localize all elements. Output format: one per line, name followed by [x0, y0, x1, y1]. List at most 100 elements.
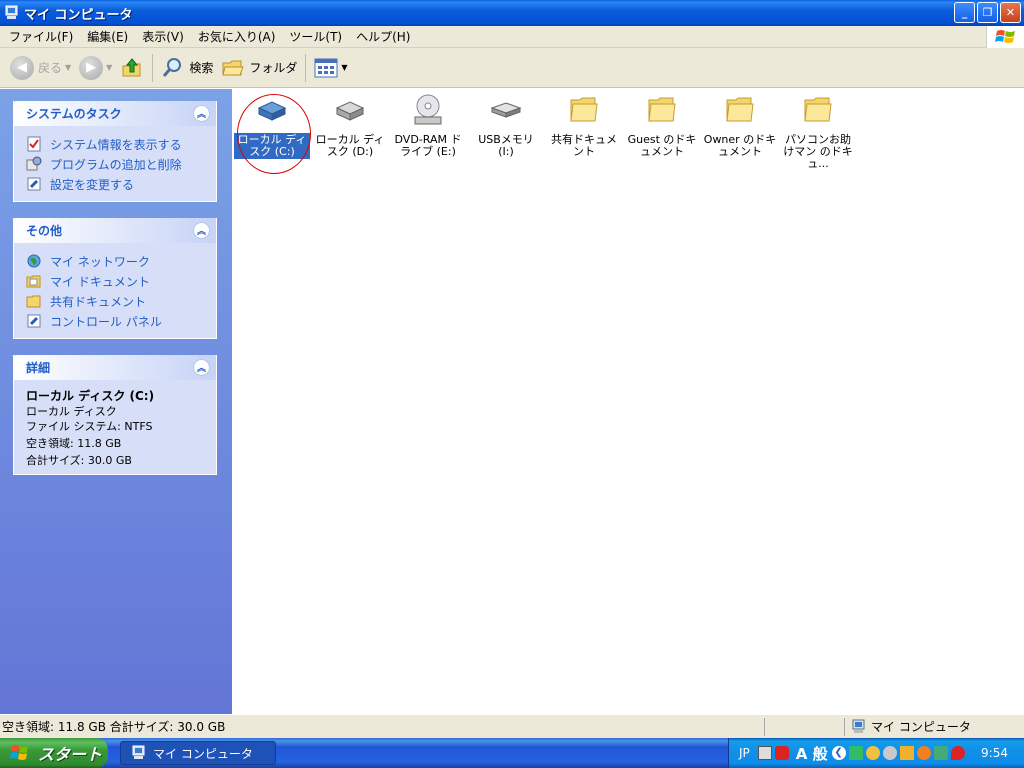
- hard-drive-c-icon: [257, 101, 287, 121]
- tray-app-icon[interactable]: [916, 746, 931, 760]
- menu-bar: ファイル(F) 編集(E) 表示(V) お気に入り(A) ツール(T) ヘルプ(…: [0, 26, 1024, 48]
- link-my-documents[interactable]: マイ ドキュメント: [26, 271, 208, 291]
- back-label: 戻る: [38, 61, 63, 75]
- forward-button[interactable]: ▶ ▼: [75, 52, 116, 84]
- details-header[interactable]: 詳細 ︽: [14, 355, 216, 380]
- forward-dropdown-icon[interactable]: ▼: [106, 63, 112, 72]
- control-panel-icon: [27, 314, 41, 328]
- search-label: 検索: [189, 61, 214, 75]
- item-label: 共有ドキュメント: [551, 133, 617, 158]
- task-view-system-info[interactable]: システム情報を表示する: [26, 134, 208, 154]
- up-arrow-icon: [122, 57, 141, 76]
- folders-button[interactable]: フォルダ: [217, 52, 301, 84]
- toolbar-separator: [152, 53, 154, 82]
- item-label: USBメモリ (I:): [478, 133, 534, 158]
- item-label: ローカル ディスク (D:): [315, 133, 385, 158]
- other-places-panel: その他 ︽ マイ ネットワーク マイ ドキュメント 共有ドキュメント コントロー…: [13, 218, 217, 339]
- task-label: 設定を変更する: [50, 177, 135, 192]
- network-globe-icon: [27, 254, 41, 268]
- folder-icon: [648, 97, 676, 122]
- views-button[interactable]: ▼: [310, 52, 351, 84]
- menu-edit[interactable]: 編集(E): [80, 27, 135, 47]
- start-button[interactable]: スタート: [0, 738, 108, 768]
- drive-i[interactable]: USBメモリ (I:): [468, 93, 544, 159]
- network-status-icon[interactable]: [848, 746, 863, 760]
- collapse-chevron-icon[interactable]: ︽: [193, 105, 210, 122]
- back-dropdown-icon[interactable]: ▼: [65, 63, 71, 72]
- folder-guest-documents[interactable]: Guest のドキュメント: [624, 93, 700, 159]
- other-places-title: その他: [26, 224, 63, 238]
- clock[interactable]: 9:54: [981, 746, 1008, 760]
- task-change-settings[interactable]: 設定を変更する: [26, 174, 208, 194]
- task-pane: システムのタスク ︽ システム情報を表示する プログラムの追加と削除 設定を変更…: [0, 89, 232, 714]
- tray-app-icon[interactable]: [933, 746, 948, 760]
- back-button[interactable]: ◀ 戻る ▼: [6, 52, 75, 84]
- link-my-network[interactable]: マイ ネットワーク: [26, 251, 208, 271]
- up-folder-button[interactable]: [116, 52, 148, 84]
- folders-icon: [222, 60, 245, 75]
- taskbar-item-label: マイ コンピュータ: [153, 746, 253, 761]
- keyboard-icon[interactable]: [757, 746, 772, 760]
- folder-icon: [726, 97, 754, 122]
- item-label: DVD-RAM ドライブ (E:): [394, 133, 462, 158]
- collapse-chevron-icon[interactable]: ︽: [193, 359, 210, 376]
- settings-icon: [27, 177, 41, 191]
- security-shield-icon[interactable]: [950, 746, 965, 760]
- documents-folder-icon: [26, 275, 41, 288]
- menu-view[interactable]: 表示(V): [135, 27, 191, 47]
- task-add-remove-programs[interactable]: プログラムの追加と削除: [26, 154, 208, 174]
- search-icon: [163, 57, 182, 77]
- menu-file[interactable]: ファイル(F): [2, 27, 80, 47]
- taskbar: スタート マイ コンピュータ JP A 般 ❮ 9:54: [0, 738, 1024, 768]
- system-tray: JP A 般 ❮ 9:54: [728, 738, 1024, 768]
- item-label: Owner のドキュメント: [703, 133, 777, 158]
- taskbar-item-my-computer[interactable]: マイ コンピュータ: [120, 741, 276, 765]
- detail-total-size: 合計サイズ: 30.0 GB: [26, 454, 132, 467]
- language-indicator[interactable]: JP: [739, 746, 750, 760]
- detail-free-space: 空き領域: 11.8 GB: [26, 437, 122, 450]
- views-icon: [314, 58, 338, 77]
- detail-name: ローカル ディスク (C:): [26, 389, 155, 403]
- folder-owner-documents[interactable]: Owner のドキュメント: [702, 93, 778, 159]
- menu-help[interactable]: ヘルプ(H): [349, 27, 417, 47]
- folder-shared-documents[interactable]: 共有ドキュメント: [546, 93, 622, 159]
- folder-icon: [26, 295, 41, 308]
- views-dropdown-icon[interactable]: ▼: [341, 63, 347, 72]
- messenger-icon[interactable]: [865, 746, 880, 760]
- dvd-drive-icon: [414, 94, 442, 125]
- drive-c[interactable]: ローカル ディスク (C:): [234, 93, 311, 174]
- item-label: Guest のドキュメント: [627, 133, 697, 158]
- usb-drive-icon: [490, 102, 522, 118]
- ime-mode[interactable]: A 般: [796, 743, 828, 764]
- tray-app-icon[interactable]: [882, 746, 897, 760]
- folder-icon: [804, 97, 832, 122]
- toolbar-separator: [305, 53, 307, 82]
- tray-app-icon[interactable]: [899, 746, 914, 760]
- my-computer-icon: [5, 5, 18, 19]
- drive-e[interactable]: DVD-RAM ドライブ (E:): [390, 93, 466, 159]
- status-bar: 空き領域: 11.8 GB 合計サイズ: 30.0 GB マイ コンピュータ: [0, 714, 1024, 738]
- show-hidden-icons-icon[interactable]: ❮: [831, 746, 846, 760]
- search-button[interactable]: 検索: [157, 52, 217, 84]
- folder-pasokon-documents[interactable]: パソコンお助けマン のドキュ...: [780, 93, 856, 171]
- ime-pad-icon[interactable]: [774, 746, 789, 760]
- menu-tools[interactable]: ツール(T): [282, 27, 349, 47]
- status-location: マイ コンピュータ: [844, 717, 1024, 736]
- title-bar[interactable]: マイ コンピュータ _ ❐ ✕: [0, 0, 1024, 26]
- close-button[interactable]: ✕: [1000, 2, 1021, 23]
- collapse-chevron-icon[interactable]: ︽: [193, 222, 210, 239]
- other-places-header[interactable]: その他 ︽: [14, 218, 216, 243]
- windows-logo-icon: [986, 26, 1024, 48]
- maximize-button[interactable]: ❐: [977, 2, 998, 23]
- system-tasks-title: システムのタスク: [26, 107, 122, 121]
- system-tasks-header[interactable]: システムのタスク ︽: [14, 101, 216, 126]
- link-control-panel[interactable]: コントロール パネル: [26, 311, 208, 331]
- drive-d[interactable]: ローカル ディスク (D:): [312, 93, 388, 159]
- link-label: マイ ドキュメント: [50, 274, 150, 289]
- minimize-button[interactable]: _: [954, 2, 975, 23]
- menu-favorites[interactable]: お気に入り(A): [191, 27, 283, 47]
- file-view[interactable]: ローカル ディスク (C:) ローカル ディスク (D:) DVD-RAM ドラ…: [232, 89, 1024, 714]
- back-arrow-icon: ◀: [10, 55, 34, 80]
- start-label: スタート: [38, 745, 103, 764]
- link-shared-documents[interactable]: 共有ドキュメント: [26, 291, 208, 311]
